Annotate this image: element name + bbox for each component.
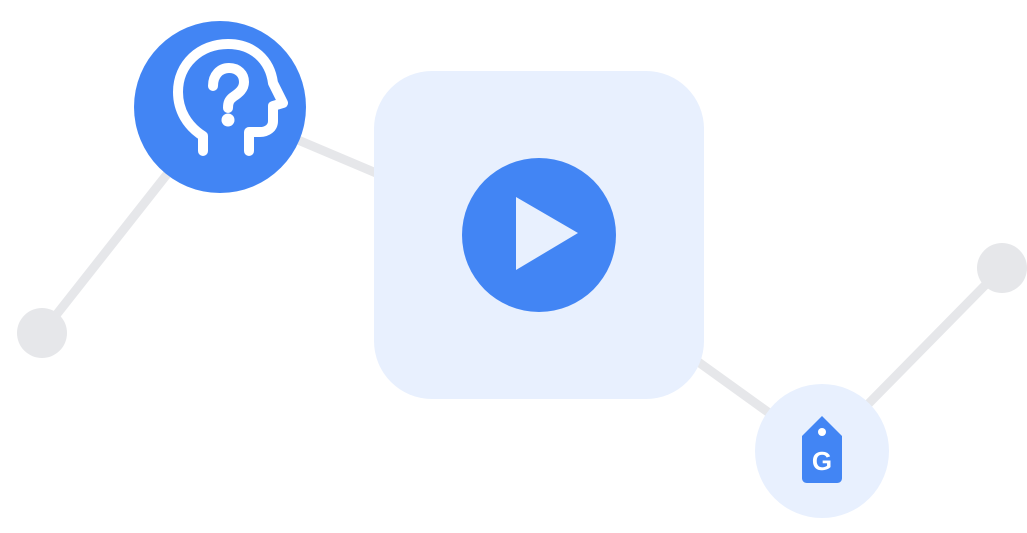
video-tile [374,71,704,399]
tag-node: G [755,384,889,518]
question-mark-dot [221,113,235,127]
right-dot [977,243,1027,293]
flow-illustration-svg: G [17,21,1027,518]
left-dot [17,308,67,358]
tag-glyph: G [812,446,832,476]
help-node [134,21,306,193]
play-button[interactable] [462,158,616,312]
flow-illustration: G [0,0,1027,533]
